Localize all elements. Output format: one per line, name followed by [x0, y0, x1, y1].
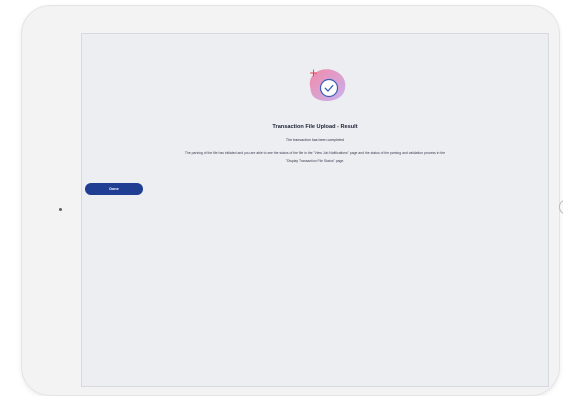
check-circle-icon [319, 78, 339, 98]
tablet-frame: Transaction File Upload - Result The tra… [22, 6, 563, 395]
result-description: The parsing of the file has initiated an… [88, 149, 542, 165]
result-subtitle: The transaction has been completed [285, 138, 345, 142]
description-line-1: The parsing of the file has initiated an… [184, 151, 446, 155]
result-title: Transaction File Upload - Result [272, 124, 358, 130]
done-button[interactable]: Done [85, 183, 143, 195]
success-illustration [309, 69, 346, 101]
description-line-2: "Display Transaction File Status" page. [285, 159, 345, 163]
home-button[interactable] [559, 199, 563, 215]
camera-dot [59, 208, 62, 211]
app-screen: Transaction File Upload - Result The tra… [81, 33, 549, 387]
